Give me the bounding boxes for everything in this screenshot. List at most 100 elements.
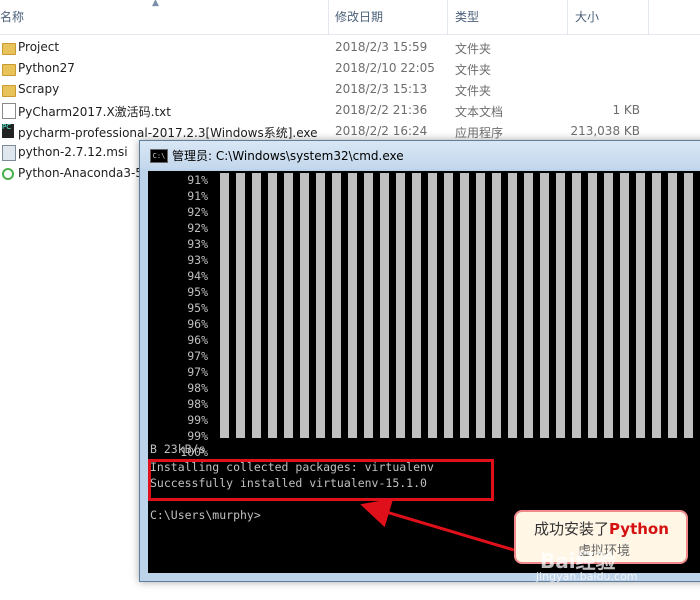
file-date: 2018/2/2 16:24	[335, 124, 428, 138]
column-divider[interactable]	[567, 0, 568, 34]
progress-bar-column	[684, 173, 693, 425]
file-type: 文本文档	[455, 105, 504, 119]
progress-bar-column	[636, 173, 645, 425]
progress-bar-column	[332, 173, 341, 425]
cmd-window-title: 管理员: C:\Windows\system32\cmd.exe	[172, 149, 404, 163]
progress-bar-column	[412, 173, 421, 425]
progress-bar-column	[524, 173, 533, 425]
watermark-url: jingyan.baidu.com	[536, 570, 638, 583]
folder-icon	[2, 85, 16, 97]
progress-percent: 97%	[187, 365, 208, 379]
progress-bar-column	[236, 173, 245, 425]
column-divider[interactable]	[328, 0, 329, 34]
folder-icon	[2, 64, 16, 76]
msi-icon	[2, 145, 16, 161]
file-name: python-2.7.12.msi	[18, 145, 128, 159]
progress-bars	[220, 173, 700, 425]
progress-percent: 97%	[187, 349, 208, 363]
file-row[interactable]: Scrapy 2018/2/3 15:13 文件夹	[0, 79, 700, 100]
file-size: 213,038 KB	[570, 124, 640, 138]
installing-line: Installing collected packages: virtualen…	[150, 460, 434, 474]
progress-bar-column	[220, 173, 229, 425]
progress-bar-column	[300, 173, 309, 425]
sort-up-icon: ▲	[152, 0, 159, 8]
column-divider[interactable]	[447, 0, 448, 34]
progress-bar-column	[348, 173, 357, 425]
progress-percent: 98%	[187, 397, 208, 411]
file-row[interactable]: Project 2018/2/3 15:59 文件夹	[0, 37, 700, 58]
progress-bar-column	[444, 173, 453, 425]
callout-text: 成功安装了Python	[534, 520, 669, 538]
progress-bar-column	[252, 173, 261, 425]
progress-percent: 96%	[187, 317, 208, 331]
header-type[interactable]: 类型	[455, 8, 479, 25]
progress-percent: 91%	[187, 189, 208, 203]
progress-bar-column	[428, 173, 437, 425]
file-date: 2018/2/10 22:05	[335, 61, 435, 75]
progress-bar-column	[380, 173, 389, 425]
progress-bar-column	[284, 173, 293, 425]
progress-percent: 91%	[187, 173, 208, 187]
file-name: PyCharm2017.X激活码.txt	[18, 105, 171, 119]
cmd-title-bar[interactable]: C:\ 管理员: C:\Windows\system32\cmd.exe	[140, 141, 700, 169]
file-row[interactable]: PC pycharm-professional-2017.2.3[Windows…	[0, 121, 700, 142]
folder-icon	[2, 43, 16, 55]
progress-bar-column	[508, 173, 517, 425]
progress-percent: 92%	[187, 205, 208, 219]
file-row[interactable]: PyCharm2017.X激活码.txt 2018/2/2 21:36 文本文档…	[0, 100, 700, 121]
file-type: 文件夹	[455, 84, 492, 98]
file-name: pycharm-professional-2017.2.3[Windows系统]…	[18, 126, 318, 140]
success-line: Successfully installed virtualenv-15.1.0	[150, 476, 427, 490]
header-size[interactable]: 大小	[575, 8, 599, 25]
file-name: Scrapy	[18, 82, 60, 96]
progress-bar-column	[460, 173, 469, 425]
file-date: 2018/2/2 21:36	[335, 103, 428, 117]
progress-bar-column	[668, 173, 677, 425]
progress-bar-column	[604, 173, 613, 425]
progress-bar-column	[652, 173, 661, 425]
file-name: Python27	[18, 61, 75, 75]
file-size: 1 KB	[612, 103, 640, 117]
progress-bar-column	[476, 173, 485, 425]
command-prompt[interactable]: C:\Users\murphy>	[150, 508, 261, 522]
file-name: Python-Anaconda3-5	[18, 166, 143, 180]
file-type: 应用程序	[455, 126, 504, 140]
progress-bar-column	[268, 173, 277, 425]
header-name[interactable]: 名称	[0, 8, 24, 25]
progress-bar-column	[364, 173, 373, 425]
file-name: Project	[18, 40, 60, 54]
progress-bar-column	[620, 173, 629, 425]
download-speed-line: B 23kB/s	[150, 442, 206, 456]
progress-bar-column	[556, 173, 565, 425]
progress-percent: 93%	[187, 253, 208, 267]
file-date: 2018/2/3 15:13	[335, 82, 428, 96]
file-date: 2018/2/3 15:59	[335, 40, 428, 54]
progress-percent: 99%	[187, 413, 208, 427]
progress-bar-column	[572, 173, 581, 425]
progress-percent: 96%	[187, 333, 208, 347]
progress-bar-complete	[220, 425, 700, 438]
progress-percent: 93%	[187, 237, 208, 251]
progress-percent: 95%	[187, 285, 208, 299]
progress-bar-column	[396, 173, 405, 425]
cmd-icon: C:\	[150, 149, 168, 163]
progress-bar-column	[588, 173, 597, 425]
pycharm-icon: PC	[2, 124, 14, 138]
anaconda-icon	[2, 168, 14, 180]
header-date[interactable]: 修改日期	[335, 8, 383, 25]
progress-percent: 99%	[187, 429, 208, 443]
file-type: 文件夹	[455, 63, 492, 77]
progress-percent: 92%	[187, 221, 208, 235]
file-row[interactable]: Python27 2018/2/10 22:05 文件夹	[0, 58, 700, 79]
callout-highlight: Python	[609, 520, 669, 538]
column-header-bar: ▲ 名称 修改日期 类型 大小	[0, 0, 700, 35]
progress-bar-column	[492, 173, 501, 425]
column-divider[interactable]	[648, 0, 649, 34]
file-type: 文件夹	[455, 42, 492, 56]
text-file-icon	[2, 103, 16, 119]
progress-percent: 95%	[187, 301, 208, 315]
progress-bar-column	[540, 173, 549, 425]
progress-percent: 98%	[187, 381, 208, 395]
progress-percent: 94%	[187, 269, 208, 283]
progress-bar-column	[316, 173, 325, 425]
